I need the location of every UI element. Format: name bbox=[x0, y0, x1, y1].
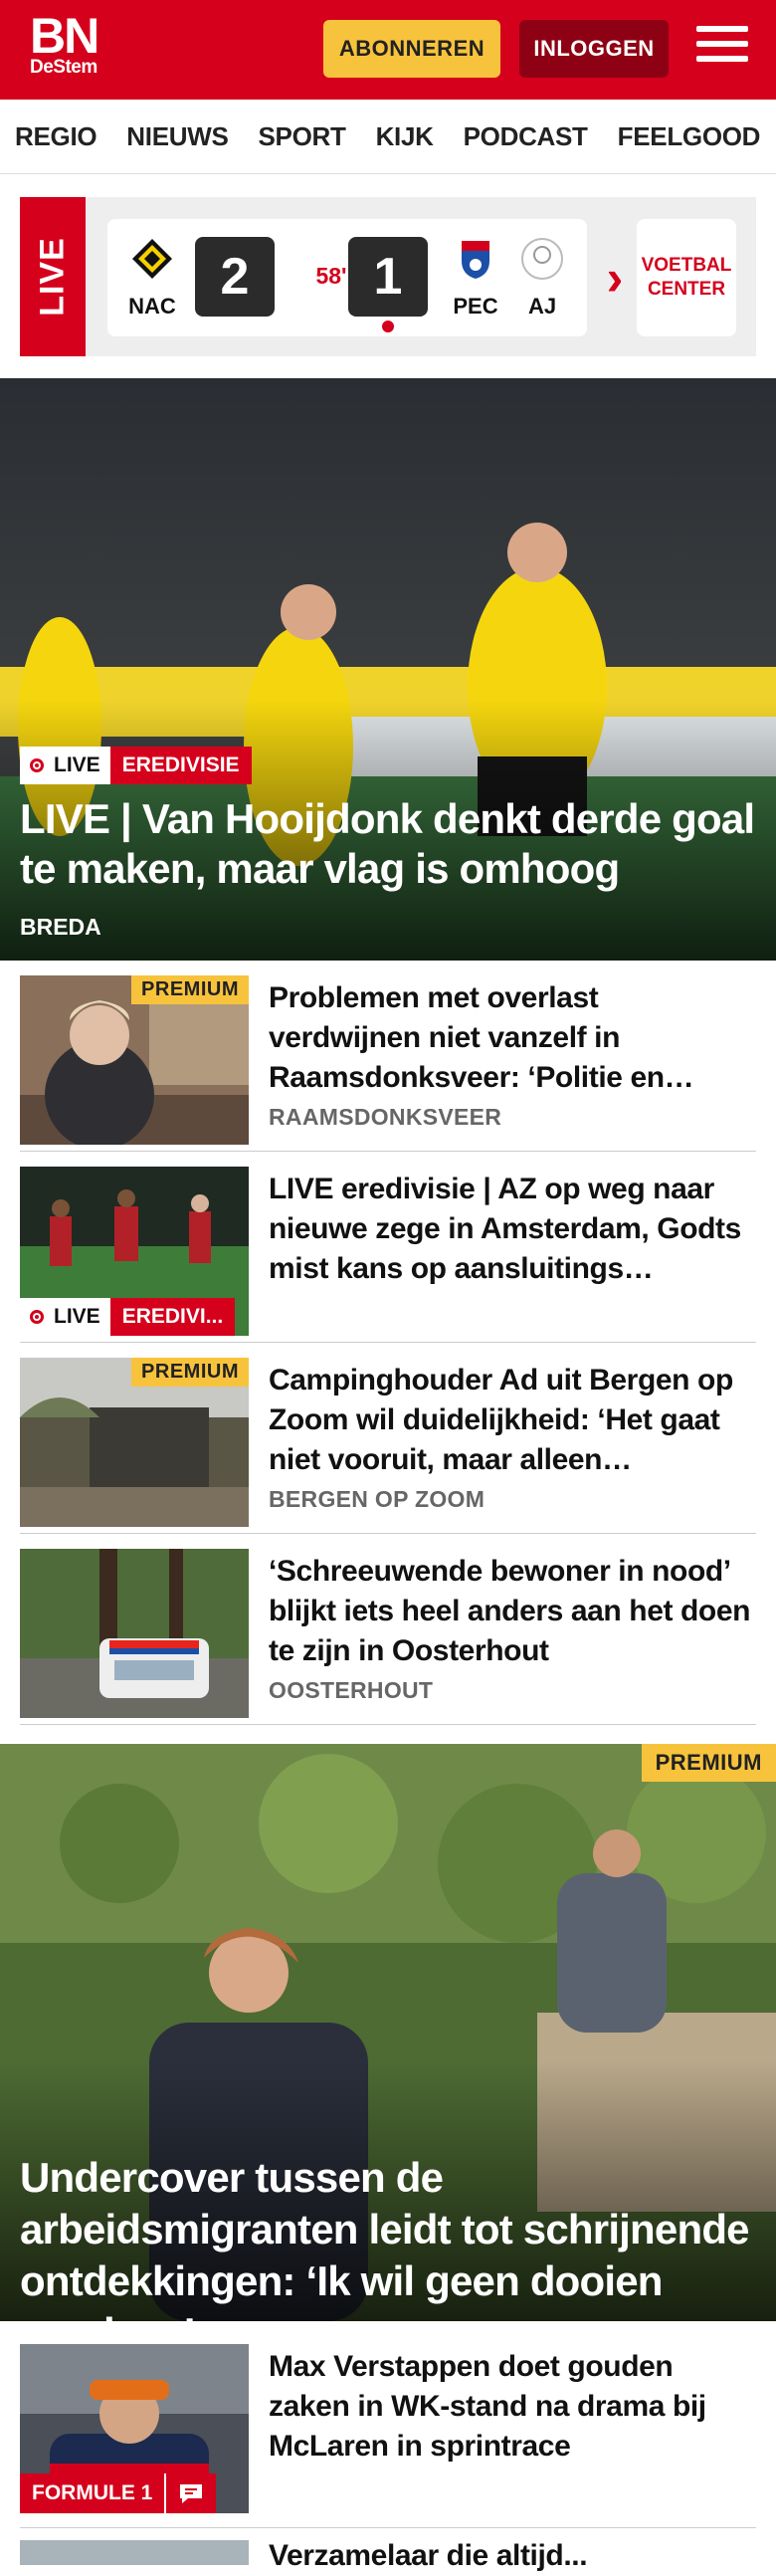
article-location: OOSTERHOUT bbox=[269, 1677, 434, 1703]
article-thumbnail: PREMIUM bbox=[20, 975, 249, 1145]
list-item[interactable]: LIVE EREDIVI... LIVE eredivisie | AZ op … bbox=[20, 1152, 756, 1343]
nav-item-feelgood[interactable]: FEELGOOD bbox=[618, 121, 761, 152]
category-badge: EREDIVISIE bbox=[109, 747, 252, 784]
article-title[interactable]: Verzamelaar die altijd... bbox=[269, 2536, 756, 2576]
premium-badge: PREMIUM bbox=[641, 1744, 776, 1782]
live-scores-bar: LIVE NAC 2 58' 1 PEC AJ › VOETBAL CENTER bbox=[20, 197, 756, 356]
article-location: RAAMSDONKSVEER bbox=[269, 1104, 502, 1130]
logo-sub: DeStem bbox=[30, 57, 97, 78]
menu-icon[interactable] bbox=[696, 26, 748, 72]
article-thumbnail bbox=[20, 1549, 249, 1718]
article-list-2: FORMULE 1 Max Verstappen doet gouden zak… bbox=[20, 2329, 756, 2572]
premium-badge: PREMIUM bbox=[131, 975, 249, 1004]
list-item[interactable]: PREMIUM Problemen met overlast verdwijne… bbox=[20, 961, 756, 1152]
list-item[interactable]: Verzamelaar die altijd... bbox=[20, 2528, 756, 2572]
logo-main: BN bbox=[30, 8, 99, 64]
article-title[interactable]: Campinghouder Ad uit Bergen op Zoom wil … bbox=[269, 1361, 756, 1480]
match-card-next[interactable]: AJ bbox=[517, 219, 587, 336]
pec-crest-icon bbox=[462, 241, 489, 279]
article-thumbnail: FORMULE 1 bbox=[20, 2344, 249, 2513]
nac-crest-icon bbox=[132, 239, 172, 279]
list-item[interactable]: FORMULE 1 Max Verstappen doet gouden zak… bbox=[20, 2329, 756, 2528]
article-thumbnail bbox=[20, 2540, 249, 2565]
chevron-right-icon[interactable]: › bbox=[585, 219, 645, 336]
home-team-name: NAC bbox=[128, 294, 176, 319]
article-badges: FORMULE 1 bbox=[20, 2473, 217, 2513]
next-team: AJ bbox=[517, 237, 567, 320]
live-badge: LIVE bbox=[20, 747, 110, 784]
comment-icon bbox=[164, 2473, 217, 2513]
live-label: LIVE bbox=[20, 197, 86, 356]
category-badge: FORMULE 1 bbox=[20, 2473, 165, 2513]
feature-headline[interactable]: Undercover tussen de arbeidsmigranten le… bbox=[20, 2152, 771, 2321]
feature-article[interactable]: PREMIUM Undercover tussen de arbeidsmigr… bbox=[0, 1744, 776, 2321]
section-nav: REGIO NIEUWS SPORT KIJK PODCAST FEELGOOD bbox=[0, 100, 776, 174]
nav-item-regio[interactable]: REGIO bbox=[15, 121, 97, 152]
ajax-crest-icon bbox=[521, 238, 563, 280]
voetbal-center-link[interactable]: VOETBAL CENTER bbox=[637, 219, 736, 336]
nav-item-podcast[interactable]: PODCAST bbox=[464, 121, 588, 152]
nav-item-sport[interactable]: SPORT bbox=[259, 121, 346, 152]
hero-headline[interactable]: LIVE | Van Hooijdonk denkt derde goal te… bbox=[20, 794, 756, 894]
site-header: BN DeStem ABONNEREN INLOGGEN bbox=[0, 0, 776, 100]
match-card[interactable]: NAC 2 58' 1 PEC bbox=[107, 219, 555, 336]
nav-item-kijk[interactable]: KIJK bbox=[376, 121, 434, 152]
login-button[interactable]: INLOGGEN bbox=[519, 20, 669, 78]
article-thumbnail: PREMIUM bbox=[20, 1358, 249, 1527]
hero-article[interactable]: LIVE EREDIVISIE LIVE | Van Hooijdonk den… bbox=[0, 378, 776, 961]
away-team: PEC bbox=[441, 237, 510, 320]
live-dot-icon bbox=[30, 758, 44, 772]
nav-item-nieuws[interactable]: NIEUWS bbox=[126, 121, 229, 152]
list-item[interactable]: PREMIUM Campinghouder Ad uit Bergen op Z… bbox=[20, 1343, 756, 1534]
live-badge: LIVE bbox=[20, 1298, 110, 1336]
hero-badges: LIVE EREDIVISIE bbox=[20, 747, 252, 784]
subscribe-button[interactable]: ABONNEREN bbox=[323, 20, 500, 78]
home-team: NAC bbox=[117, 237, 187, 320]
site-logo[interactable]: BN DeStem bbox=[30, 8, 109, 78]
goal-indicator bbox=[382, 321, 394, 332]
article-title[interactable]: ‘Schreeuwende bewoner in nood’ blijkt ie… bbox=[269, 1552, 756, 1671]
category-badge: EREDIVI... bbox=[109, 1298, 236, 1336]
article-title[interactable]: LIVE eredivisie | AZ op weg naar nieuwe … bbox=[269, 1170, 756, 1289]
article-title[interactable]: Problemen met overlast verdwijnen niet v… bbox=[269, 978, 756, 1098]
live-dot-icon bbox=[30, 1310, 44, 1324]
article-location: BERGEN OP ZOOM bbox=[269, 1486, 485, 1512]
article-list: PREMIUM Problemen met overlast verdwijne… bbox=[20, 961, 756, 1725]
article-title[interactable]: Max Verstappen doet gouden zaken in WK-s… bbox=[269, 2347, 756, 2467]
away-score: 1 bbox=[348, 237, 428, 317]
article-thumbnail: LIVE EREDIVI... bbox=[20, 1167, 249, 1336]
premium-badge: PREMIUM bbox=[131, 1358, 249, 1387]
next-team-name: AJ bbox=[527, 294, 557, 319]
away-team-name: PEC bbox=[453, 294, 498, 319]
article-badges: LIVE EREDIVI... bbox=[20, 1298, 236, 1336]
home-score: 2 bbox=[195, 237, 275, 317]
list-item[interactable]: ‘Schreeuwende bewoner in nood’ blijkt ie… bbox=[20, 1534, 756, 1725]
hero-location: BREDA bbox=[20, 914, 101, 940]
